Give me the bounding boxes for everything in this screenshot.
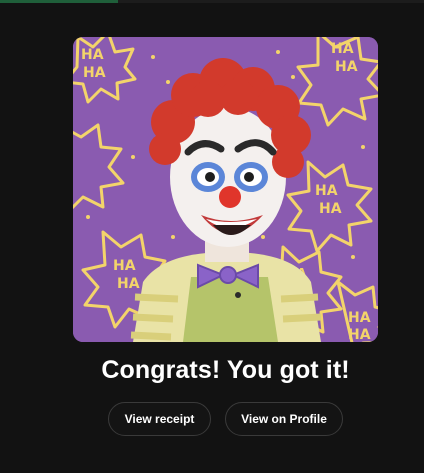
svg-text:HA: HA bbox=[113, 258, 136, 274]
svg-text:HA: HA bbox=[83, 65, 106, 81]
svg-text:HA: HA bbox=[315, 183, 338, 199]
view-on-profile-button[interactable]: View on Profile bbox=[225, 402, 343, 436]
view-receipt-label: View receipt bbox=[124, 412, 195, 426]
progress-indicator bbox=[0, 0, 118, 3]
svg-text:HA: HA bbox=[348, 310, 371, 326]
view-on-profile-label: View on Profile bbox=[241, 412, 327, 426]
svg-text:HA: HA bbox=[319, 201, 342, 217]
svg-text:HA: HA bbox=[117, 276, 140, 292]
svg-text:HA: HA bbox=[331, 41, 354, 57]
clown-illustration: HA HA HA HA HA HA HA HA HA HA HA HA bbox=[73, 37, 378, 342]
success-headline: Congrats! You got it! bbox=[101, 356, 350, 384]
nft-artwork: HA HA HA HA HA HA HA HA HA HA HA HA bbox=[73, 37, 378, 342]
svg-text:HA: HA bbox=[335, 59, 358, 75]
svg-text:HA: HA bbox=[81, 47, 104, 63]
view-receipt-button[interactable]: View receipt bbox=[108, 402, 211, 436]
svg-text:HA: HA bbox=[348, 327, 371, 342]
